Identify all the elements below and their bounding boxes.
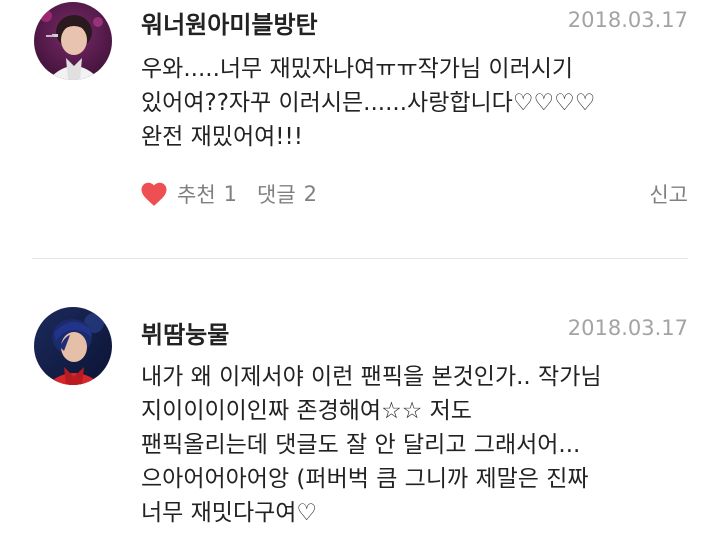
avatar-image — [34, 307, 112, 385]
comment-text: 내가 왜 이제서야 이런 팬픽을 본것인가.. 작가님 지이이이이인짜 존경해여… — [141, 360, 701, 530]
comment-date: 2018.03.17 — [567, 316, 688, 340]
avatar-image — [34, 2, 112, 80]
comment-actions: 추천 1 댓글 2 — [139, 176, 317, 212]
comment-text-line: 우와.....너무 재밌자나여ㅠㅠ작가님 이러시기 — [141, 56, 574, 82]
comment-date: 2018.03.17 — [567, 8, 688, 32]
username[interactable]: 워너원아미블방탄 — [141, 5, 318, 40]
avatar[interactable] — [34, 2, 112, 80]
heart-icon — [141, 182, 167, 206]
avatar[interactable] — [34, 307, 112, 385]
username[interactable]: 뷔땀눙물 — [141, 315, 229, 350]
comment-text-line: 지이이이이인짜 존경해여☆☆ 저도 — [141, 398, 472, 424]
comment-text-line: 완전 재밌어여!!! — [141, 124, 303, 150]
like-count: 1 — [223, 182, 238, 206]
reply-count: 2 — [303, 182, 318, 206]
like-button[interactable]: 추천 1 — [139, 179, 237, 209]
like-label: 추천 — [177, 183, 216, 207]
comment-item: 워너원아미블방탄 2018.03.17 우와.....너무 재밌자나여ㅠㅠ작가님… — [0, 0, 720, 258]
comment-text-line: 있어여??자꾸 이러시믄......사랑합니다♡♡♡♡ — [141, 90, 596, 116]
report-button[interactable]: 신고 — [649, 179, 688, 209]
reply-button[interactable]: 댓글 2 — [257, 179, 317, 209]
comment-item: 뷔땀눙물 2018.03.17 내가 왜 이제서야 이런 팬픽을 본것인가.. … — [0, 259, 720, 540]
comment-text-line: 으아어어아어앙 (퍼버벅 큼 그니까 제말은 진짜 — [141, 466, 589, 492]
comment-text: 우와.....너무 재밌자나여ㅠㅠ작가님 이러시기 있어여??자꾸 이러시믄..… — [141, 52, 701, 154]
comment-text-line: 내가 왜 이제서야 이런 팬픽을 본것인가.. 작가님 — [141, 364, 602, 390]
comment-text-line: 팬픽올리는데 댓글도 잘 안 달리고 그래서어... — [141, 432, 581, 458]
reply-label: 댓글 — [257, 183, 296, 207]
comment-text-line: 너무 재밋다구여♡ — [141, 500, 318, 526]
